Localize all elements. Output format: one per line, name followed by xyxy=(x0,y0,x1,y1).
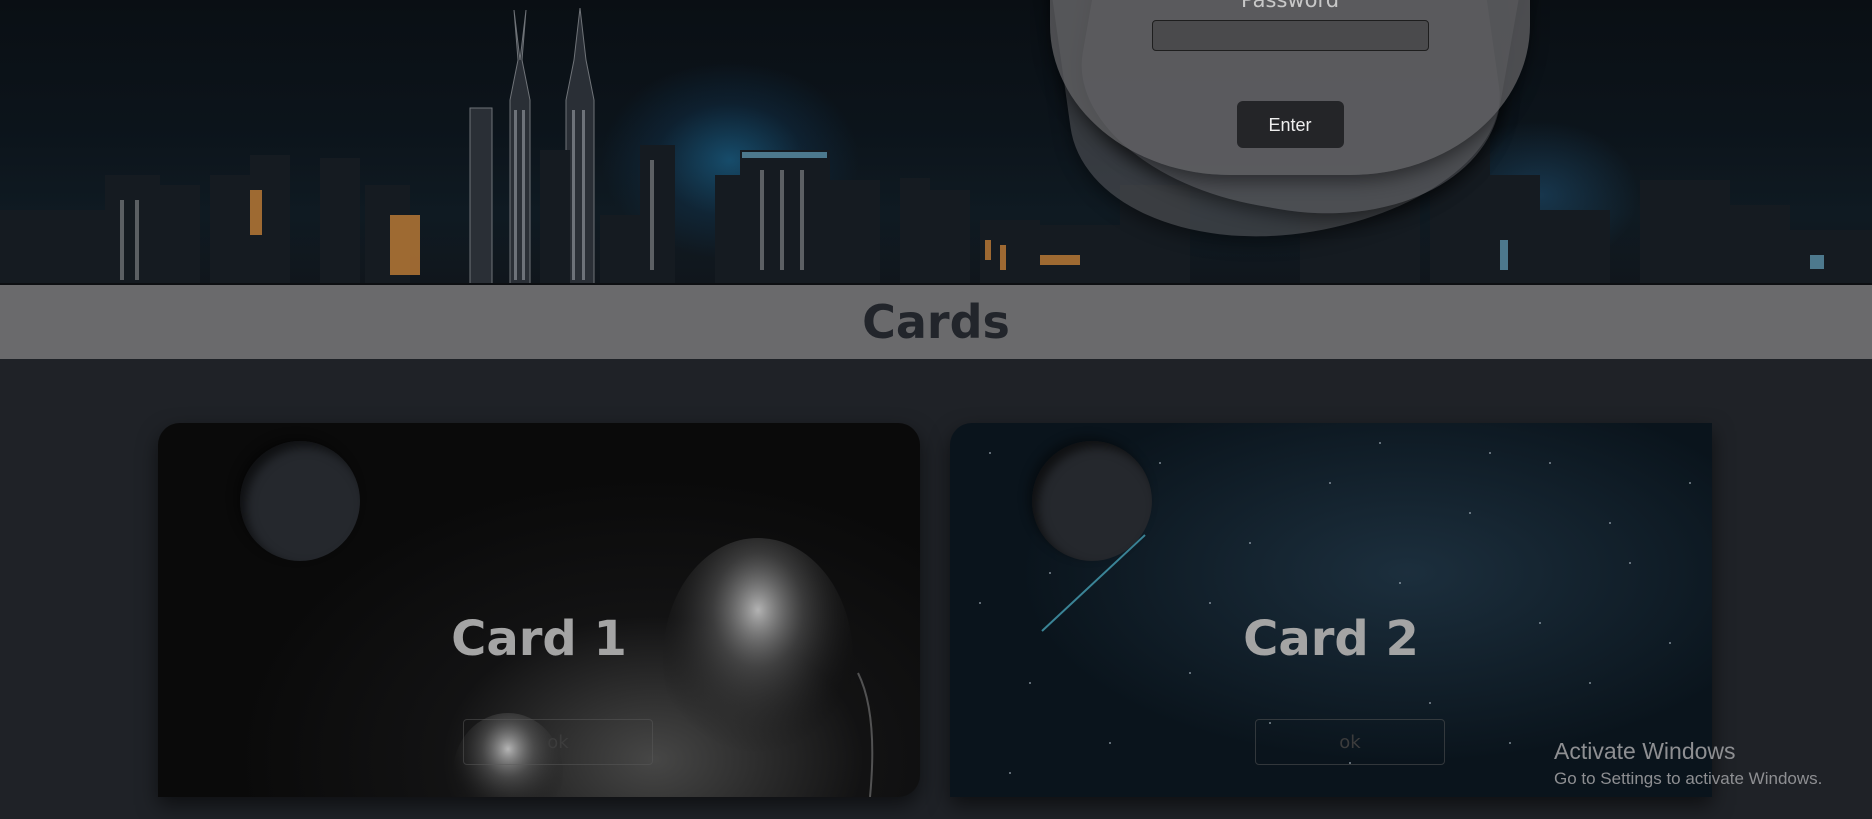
avatar xyxy=(1032,441,1152,561)
card-title: Card 2 xyxy=(1243,611,1419,667)
activation-watermark: Activate Windows Go to Settings to activ… xyxy=(1554,737,1822,793)
section-title: Cards xyxy=(862,295,1010,349)
watermark-title: Activate Windows xyxy=(1554,738,1736,764)
password-input[interactable] xyxy=(1151,20,1429,51)
ok-button[interactable]: ok xyxy=(463,719,653,765)
password-label: Password xyxy=(1240,0,1340,12)
watermark-subtitle: Go to Settings to activate Windows. xyxy=(1554,769,1823,788)
hero-banner xyxy=(0,0,1872,285)
skyline-image xyxy=(0,7,1872,285)
enter-button[interactable]: Enter xyxy=(1236,101,1344,148)
cards-header-bar: Cards xyxy=(0,285,1872,359)
avatar xyxy=(240,441,360,561)
card-1: Card 1 ok xyxy=(158,423,920,797)
card-title: Card 1 xyxy=(451,611,627,667)
login-form: Password Enter xyxy=(1150,0,1430,148)
ok-button[interactable]: ok xyxy=(1255,719,1445,765)
